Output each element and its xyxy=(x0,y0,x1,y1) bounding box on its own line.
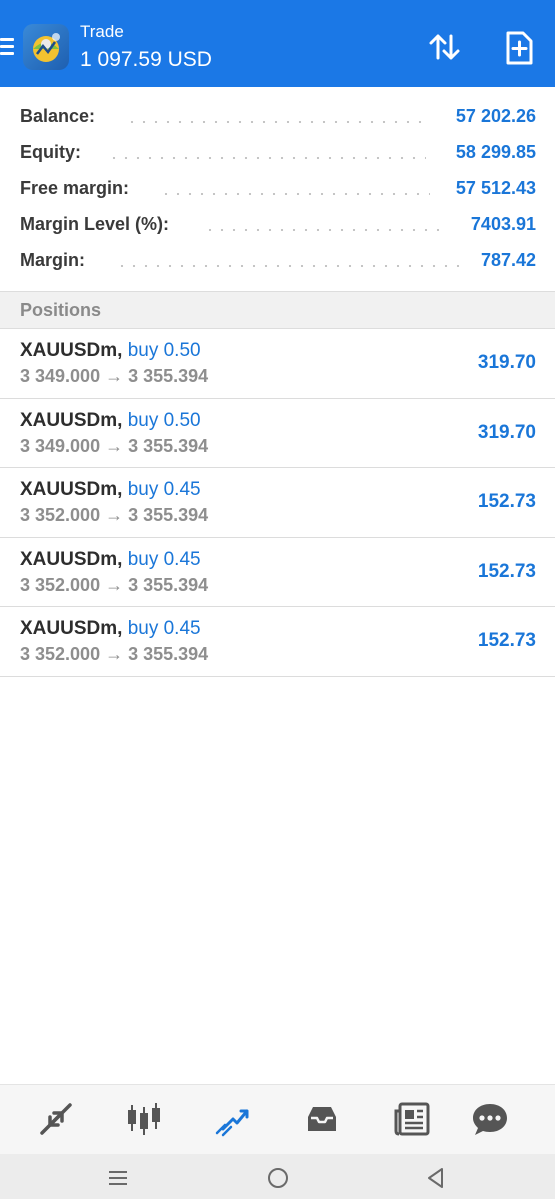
summary-label: Free margin: xyxy=(20,178,134,199)
home-icon xyxy=(268,1168,288,1188)
summary-row-balance: Balance: 57 202.26 xyxy=(0,99,555,135)
position-profit: 152.73 xyxy=(477,630,536,651)
position-symbol: XAUUSDm, xyxy=(20,618,123,639)
summary-row-free-margin: Free margin: 57 512.43 xyxy=(0,171,555,207)
trade-icon xyxy=(215,1109,249,1137)
nav-history[interactable] xyxy=(302,1099,342,1139)
system-navigation-bar xyxy=(0,1154,555,1199)
nav-chart[interactable] xyxy=(124,1099,164,1139)
dotted-leader xyxy=(204,229,448,231)
nav-news[interactable] xyxy=(392,1099,432,1139)
position-symbol: XAUUSDm, xyxy=(20,409,123,431)
news-icon xyxy=(394,1102,430,1136)
position-header: XAUUSDm, buy 0.50 xyxy=(20,410,201,432)
position-row[interactable]: XAUUSDm, buy 0.50 3 349.000 → 3 355.394 … xyxy=(0,399,555,468)
position-prices: 3 352.000 → 3 355.394 xyxy=(20,644,209,664)
summary-row-equity: Equity: 58 299.85 xyxy=(0,135,555,171)
position-symbol: XAUUSDm, xyxy=(20,479,123,500)
dotted-leader xyxy=(116,265,464,267)
position-prices: 3 352.000 → 3 355.394 xyxy=(20,574,209,595)
history-icon xyxy=(308,1107,336,1131)
quotes-icon xyxy=(40,1103,72,1135)
account-summary: Balance: 57 202.26 Equity: 58 299.85 Fre… xyxy=(0,99,555,279)
position-row[interactable]: XAUUSDm, buy 0.45 3 352.000 → 3 355.394 … xyxy=(0,538,555,607)
summary-label: Margin Level (%): xyxy=(20,214,174,235)
position-prices: 3 352.000 → 3 355.394 xyxy=(20,505,209,525)
position-row[interactable]: XAUUSDm, buy 0.50 3 349.000 → 3 355.394 … xyxy=(0,329,555,399)
position-header: XAUUSDm, buy 0.45 xyxy=(20,479,201,501)
new-document-icon xyxy=(506,31,533,65)
position-profit: 152.73 xyxy=(477,560,536,582)
new-order-button[interactable] xyxy=(498,28,540,68)
back-button[interactable] xyxy=(424,1166,448,1190)
position-profit: 319.70 xyxy=(477,421,536,443)
chart-icon xyxy=(128,1103,160,1135)
position-profit: 319.70 xyxy=(477,352,536,373)
dotted-leader xyxy=(126,121,426,123)
position-row[interactable]: XAUUSDm, buy 0.45 3 352.000 → 3 355.394 … xyxy=(0,468,555,538)
positions-title: Positions xyxy=(20,300,102,320)
hamburger-icon[interactable] xyxy=(0,38,14,56)
account-profit: 1 097.59 USD xyxy=(80,48,212,71)
nav-messages[interactable] xyxy=(470,1099,510,1139)
position-header: XAUUSDm, buy 0.45 xyxy=(20,618,201,640)
positions-section-header: Positions xyxy=(0,291,555,329)
position-symbol: XAUUSDm, xyxy=(20,340,123,361)
metatrader-logo xyxy=(23,24,69,70)
page-title: Trade xyxy=(80,22,124,41)
position-symbol: XAUUSDm, xyxy=(20,548,123,570)
position-side: buy 0.45 xyxy=(127,548,201,570)
app-header: Trade 1 097.59 USD xyxy=(0,0,555,87)
bottom-navigation xyxy=(0,1084,555,1154)
position-prices: 3 349.000 → 3 355.394 xyxy=(20,435,209,456)
positions-list: XAUUSDm, buy 0.50 3 349.000 → 3 355.394 … xyxy=(0,329,555,677)
summary-label: Margin: xyxy=(20,250,89,271)
summary-value: 57 512.43 xyxy=(451,178,536,199)
back-icon xyxy=(428,1168,443,1188)
summary-value: 7403.91 xyxy=(466,214,536,235)
position-side: buy 0.45 xyxy=(127,618,201,639)
summary-value: 787.42 xyxy=(476,250,536,271)
recents-icon xyxy=(109,1171,127,1185)
home-button[interactable] xyxy=(266,1166,290,1190)
position-side: buy 0.50 xyxy=(127,409,201,431)
nav-trade[interactable] xyxy=(213,1099,253,1139)
nav-quotes[interactable] xyxy=(36,1099,76,1139)
summary-value: 58 299.85 xyxy=(451,142,536,163)
dotted-leader xyxy=(160,193,430,195)
summary-row-margin: Margin: 787.42 xyxy=(0,243,555,279)
position-header: XAUUSDm, buy 0.45 xyxy=(20,549,201,571)
messages-icon xyxy=(473,1104,507,1135)
position-header: XAUUSDm, buy 0.50 xyxy=(20,340,201,362)
summary-label: Balance: xyxy=(20,106,100,127)
recents-button[interactable] xyxy=(106,1166,130,1190)
position-prices: 3 349.000 → 3 355.394 xyxy=(20,366,209,386)
position-row[interactable]: XAUUSDm, buy 0.45 3 352.000 → 3 355.394 … xyxy=(0,607,555,677)
position-side: buy 0.50 xyxy=(127,340,201,361)
position-side: buy 0.45 xyxy=(127,479,201,500)
sort-button[interactable] xyxy=(424,28,466,68)
summary-row-margin-level: Margin Level (%): 7403.91 xyxy=(0,207,555,243)
sort-arrows-icon xyxy=(429,34,460,60)
dotted-leader xyxy=(108,157,426,159)
position-profit: 152.73 xyxy=(477,491,536,512)
summary-label: Equity: xyxy=(20,142,85,163)
summary-value: 57 202.26 xyxy=(451,106,536,127)
